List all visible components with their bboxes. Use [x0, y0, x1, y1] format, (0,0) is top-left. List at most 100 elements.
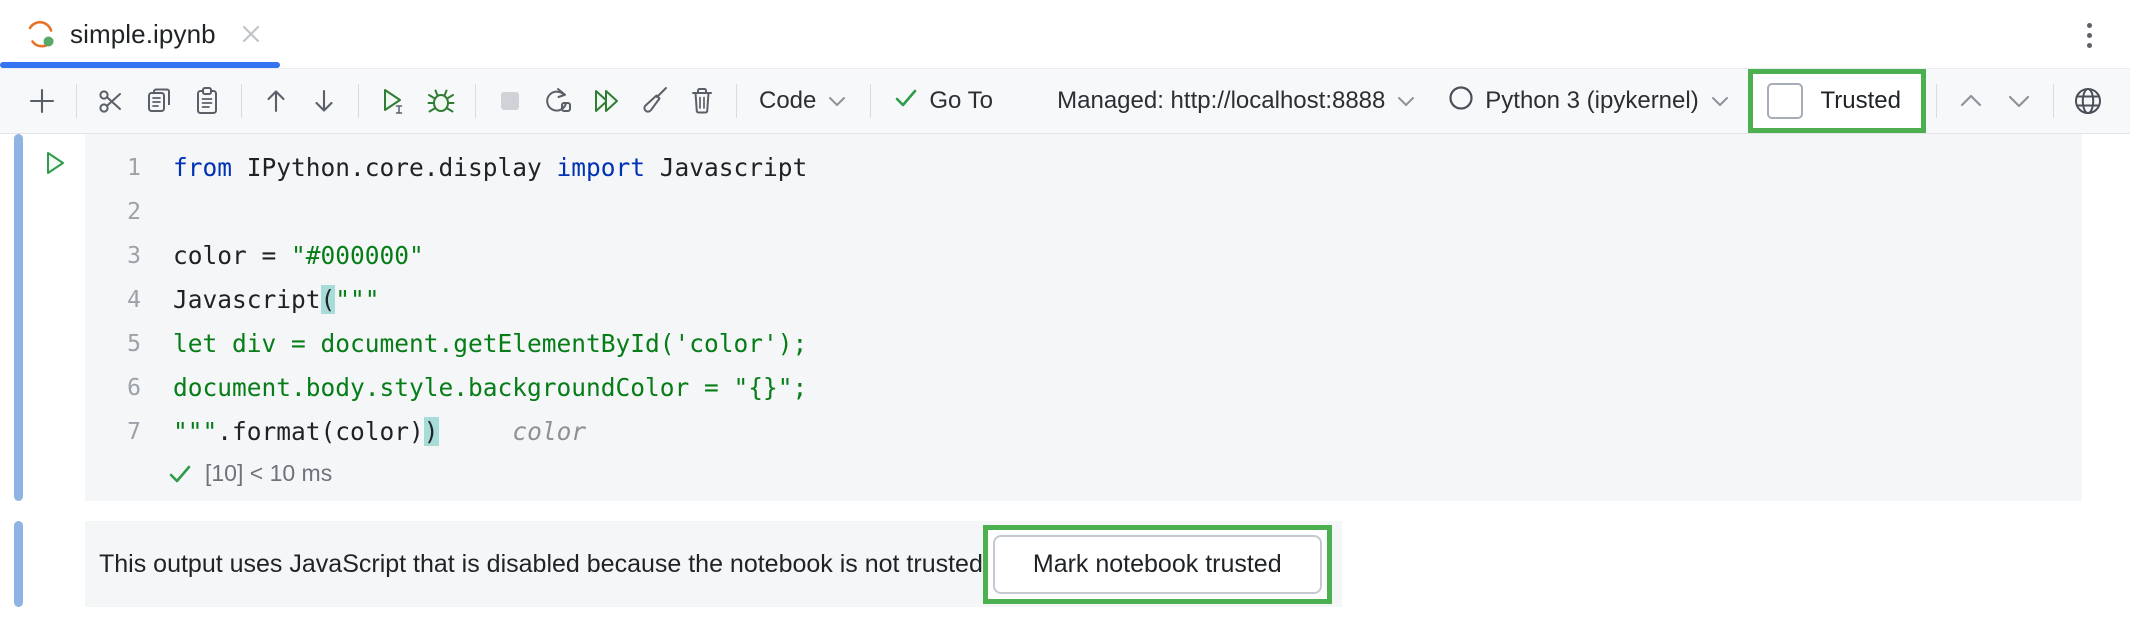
line-number: 3: [127, 243, 141, 269]
code-line[interactable]: [173, 190, 2082, 234]
code-cell[interactable]: 1 2 3 4 5 6 7 from IPython.core.display import…: [0, 134, 2130, 501]
debug-cell-button[interactable]: [417, 77, 465, 125]
tab-label: simple.ipynb: [70, 18, 216, 49]
toolbar-separator: [76, 84, 77, 118]
cell-output[interactable]: This output uses JavaScript that is disa…: [0, 521, 2130, 607]
trusted-checkbox[interactable]: [1766, 83, 1803, 119]
code-line[interactable]: let div = document.getElementById('color…: [173, 322, 2082, 366]
go-to-label: Go To: [929, 87, 993, 114]
notebook-toolbar: Code Go To Managed: http://localhost:888…: [0, 68, 2130, 134]
jupyter-server-dropdown[interactable]: Managed: http://localhost:8888: [1045, 78, 1429, 124]
toolbar-separator: [736, 84, 737, 118]
restart-icon: [546, 88, 571, 112]
trusted-toggle-highlight: Trusted: [1747, 69, 1926, 133]
chevron-down-icon: [1395, 90, 1417, 112]
code-token: Javascript: [173, 285, 321, 314]
code-token: document.body.style.backgroundColor = "{…: [173, 373, 808, 402]
output-selection-bar: [14, 521, 23, 607]
toolbar-separator: [475, 84, 476, 118]
toolbar-separator: [2053, 84, 2054, 118]
cell-run-gutter: [23, 134, 85, 501]
chevron-up-icon: [1960, 94, 1982, 107]
kernel-selector-dropdown[interactable]: Python 3 (ipykernel): [1435, 78, 1742, 124]
cell-execution-status: [10] < 10 ms: [85, 454, 2082, 501]
restart-kernel-button[interactable]: [534, 77, 582, 125]
line-number: 6: [127, 375, 141, 401]
output-gutter: [23, 521, 85, 607]
toolbar-separator: [358, 84, 359, 118]
bug-icon: [427, 89, 455, 113]
run-all-icon: [595, 90, 618, 112]
paste-cell-button[interactable]: [183, 77, 231, 125]
notebook-editor: 1 2 3 4 5 6 7 from IPython.core.display import…: [0, 134, 2130, 640]
line-number: 2: [127, 199, 141, 225]
tab-simple-ipynb[interactable]: simple.ipynb: [0, 0, 286, 68]
interrupt-kernel-button[interactable]: [486, 77, 534, 125]
add-cell-button[interactable]: [18, 77, 66, 125]
code-cell-body[interactable]: 1 2 3 4 5 6 7 from IPython.core.display import…: [85, 134, 2082, 501]
code-token: from: [173, 153, 247, 182]
cell-selection-bar: [14, 134, 23, 501]
server-label: Managed: http://localhost:8888: [1057, 87, 1386, 114]
code-line[interactable]: document.body.style.backgroundColor = "{…: [173, 366, 2082, 410]
code-line[interactable]: color = "#000000": [173, 234, 2082, 278]
more-vertical-icon[interactable]: [2074, 20, 2104, 50]
clear-outputs-button[interactable]: [630, 77, 678, 125]
move-cell-up-button[interactable]: [252, 77, 300, 125]
chevron-down-icon: [2008, 95, 2030, 108]
line-number: 1: [127, 155, 141, 181]
code-line[interactable]: """.format(color)) color: [173, 410, 2082, 454]
untrusted-output-message: This output uses JavaScript that is disa…: [99, 549, 983, 578]
code-token: (: [320, 285, 336, 314]
toolbar-separator: [870, 84, 872, 118]
close-icon[interactable]: [238, 21, 264, 47]
line-number: 5: [127, 331, 141, 357]
code-token: IPython.core.display: [246, 153, 557, 182]
copy-cell-button[interactable]: [135, 77, 183, 125]
checkmark-icon: [167, 461, 193, 487]
previous-cell-button[interactable]: [1947, 77, 1995, 125]
move-cell-down-button[interactable]: [300, 77, 348, 125]
code-token: """: [335, 285, 380, 314]
output-body: This output uses JavaScript that is disa…: [85, 521, 1342, 607]
code-token: ): [423, 417, 439, 446]
go-to-button[interactable]: Go To: [881, 78, 1005, 124]
cell-right-padding: [2082, 134, 2130, 501]
code-token: .format(color): [217, 417, 424, 446]
plus-icon: [29, 88, 55, 114]
code-token: color: [512, 417, 587, 446]
editor-tab-bar: simple.ipynb: [0, 0, 2130, 68]
output-right-padding: [1341, 521, 1390, 607]
code-editor[interactable]: 1 2 3 4 5 6 7 from IPython.core.display import…: [85, 134, 2082, 454]
run-cell-button[interactable]: [369, 77, 417, 125]
line-number: 4: [127, 287, 141, 313]
code-content[interactable]: from IPython.core.display import Javascr…: [159, 146, 2082, 454]
cell-type-label: Code: [759, 87, 817, 114]
code-token: let div = document.getElementById('color…: [173, 329, 808, 358]
chevron-down-icon: [1709, 90, 1731, 112]
run-cell-triangle-icon[interactable]: [39, 148, 69, 178]
code-line[interactable]: Javascript(""": [173, 278, 2082, 322]
code-line[interactable]: from IPython.core.display import Javascr…: [173, 146, 2082, 190]
broom-icon: [643, 87, 667, 113]
copy-icon: [148, 88, 170, 112]
toolbar-separator: [241, 84, 242, 118]
trash-icon: [692, 88, 712, 114]
next-cell-button[interactable]: [1995, 77, 2043, 125]
run-all-cells-button[interactable]: [582, 77, 630, 125]
code-token: "#000000": [291, 241, 424, 270]
checkmark-icon: [893, 85, 919, 118]
chevron-down-icon: [826, 90, 848, 112]
delete-cell-button[interactable]: [678, 77, 726, 125]
cut-cell-button[interactable]: [87, 77, 135, 125]
open-in-browser-button[interactable]: [2064, 77, 2112, 125]
mark-notebook-trusted-button[interactable]: Mark notebook trusted: [992, 534, 1322, 594]
kernel-label: Python 3 (ipykernel): [1485, 87, 1699, 114]
kernel-idle-circle-icon: [1447, 84, 1475, 119]
code-token: Javascript: [659, 153, 808, 182]
toolbar-separator: [1936, 84, 1937, 118]
line-number-gutter: 1 2 3 4 5 6 7: [85, 146, 159, 454]
cell-type-dropdown[interactable]: Code: [747, 78, 860, 124]
run-icon: [384, 89, 403, 114]
arrow-down-icon: [315, 89, 333, 112]
